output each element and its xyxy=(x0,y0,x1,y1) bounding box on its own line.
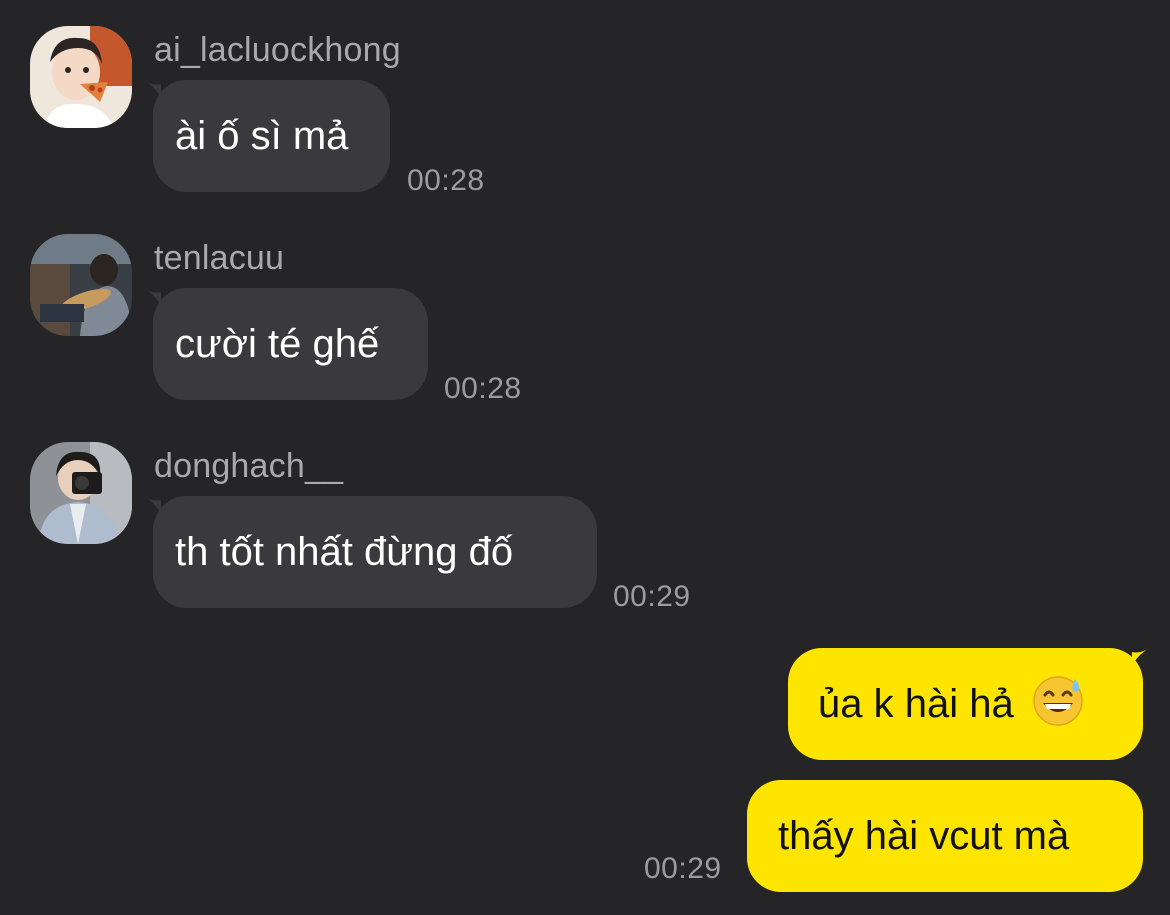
bubble-tail-icon xyxy=(1132,648,1150,666)
avatar-photo-icon xyxy=(30,442,132,544)
avatar[interactable] xyxy=(30,26,132,128)
avatar[interactable] xyxy=(30,442,132,544)
outgoing-message-bubble[interactable]: thấy hài vcut mà xyxy=(747,780,1143,892)
sender-name: ai_lacluockhong xyxy=(154,31,401,69)
message-text: ủa k hài hả xyxy=(818,682,1014,726)
message-timestamp: 00:29 xyxy=(613,580,691,613)
message-bubble[interactable]: ài ố sì mả xyxy=(153,80,390,192)
sender-name: donghach__ xyxy=(154,447,344,485)
avatar-photo-icon xyxy=(30,234,132,336)
avatar-photo-icon xyxy=(30,26,132,128)
outgoing-message-bubble[interactable]: ủa k hài hả xyxy=(788,648,1143,760)
message-bubble[interactable]: cười té ghế xyxy=(153,288,428,400)
message-timestamp: 00:28 xyxy=(444,372,522,405)
grinning-sweat-emoji xyxy=(1033,676,1083,726)
message-bubble[interactable]: th tốt nhất đừng đố xyxy=(153,496,597,608)
message-timestamp: 00:28 xyxy=(407,164,485,197)
message-timestamp: 00:29 xyxy=(644,852,722,885)
avatar[interactable] xyxy=(30,234,132,336)
sender-name: tenlacuu xyxy=(154,239,285,277)
